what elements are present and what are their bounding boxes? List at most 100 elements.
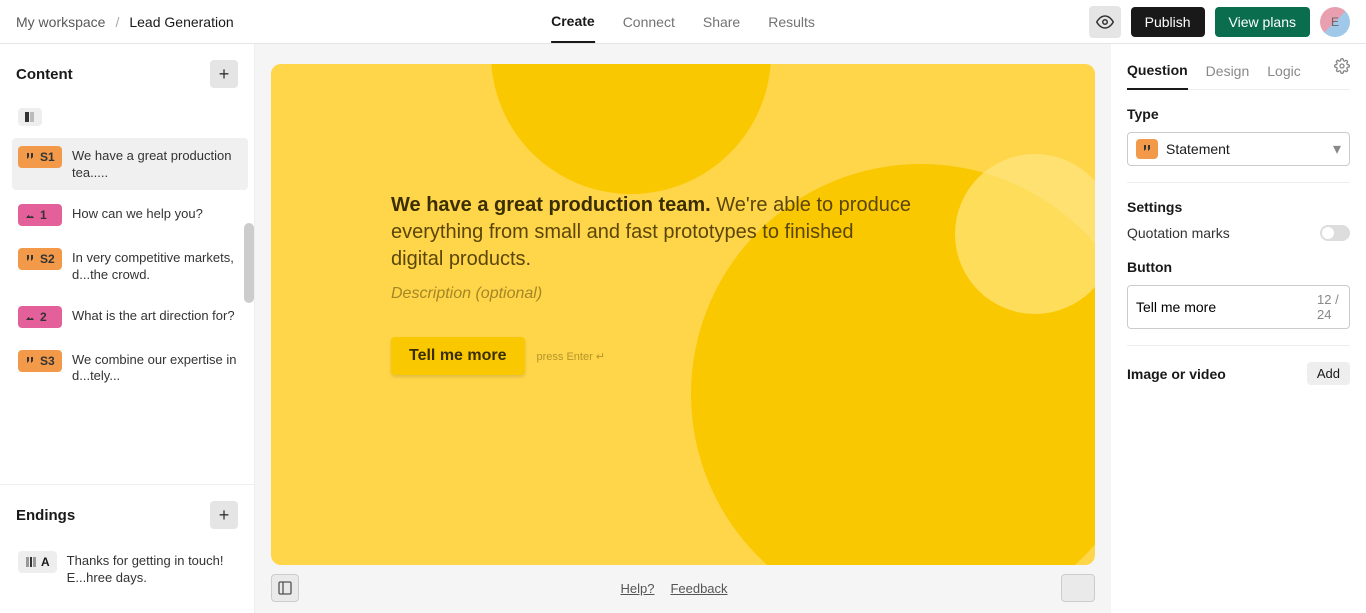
center-canvas-area: We have a great production team. We're a… — [255, 44, 1111, 613]
breadcrumb: My workspace / Lead Generation — [16, 14, 234, 30]
badge-label: 2 — [40, 310, 47, 324]
form-canvas[interactable]: We have a great production team. We're a… — [271, 64, 1095, 565]
breadcrumb-sep: / — [115, 14, 119, 30]
top-right: Publish View plans E — [1089, 6, 1350, 38]
nav-results[interactable]: Results — [768, 0, 815, 43]
view-plans-button[interactable]: View plans — [1215, 7, 1310, 37]
quote-icon — [24, 151, 36, 163]
quote-icon — [24, 253, 36, 265]
add-content-button[interactable]: + — [210, 60, 238, 88]
statement-content: We have a great production team. We're a… — [391, 192, 911, 375]
welcome-screen-item[interactable] — [12, 102, 248, 132]
content-item-s1[interactable]: S1 We have a great production tea..... — [12, 138, 248, 190]
content-item-s2[interactable]: S2 In very competitive markets, d...the … — [12, 240, 248, 292]
top-nav: Create Connect Share Results — [551, 0, 815, 43]
layout-icon — [25, 556, 37, 568]
badge-1: 1 — [18, 204, 62, 226]
content-item-s3[interactable]: S3 We combine our expertise in d...tely.… — [12, 342, 248, 394]
item-text: In very competitive markets, d...the cro… — [72, 248, 242, 284]
badge-label: S3 — [40, 354, 55, 368]
statement-text[interactable]: We have a great production team. We're a… — [391, 192, 911, 273]
eye-icon — [1096, 13, 1114, 31]
type-section: Type Statement ▾ — [1127, 90, 1350, 183]
content-item-1[interactable]: 1 How can we help you? — [12, 196, 248, 234]
type-value: Statement — [1166, 141, 1325, 157]
quotation-label: Quotation marks — [1127, 225, 1230, 241]
ending-text: Thanks for getting in touch! E...hree da… — [67, 551, 236, 587]
image-video-label: Image or video — [1127, 366, 1226, 382]
avatar[interactable]: E — [1320, 7, 1350, 37]
quote-icon — [24, 355, 36, 367]
content-item-2[interactable]: 2 What is the art direction for? — [12, 298, 248, 336]
help-link[interactable]: Help? — [620, 581, 654, 596]
layout-icon — [24, 111, 36, 123]
type-badge — [1136, 139, 1158, 159]
content-list[interactable]: S1 We have a great production tea..... 1… — [0, 98, 254, 484]
ending-item-a[interactable]: A Thanks for getting in touch! E...hree … — [12, 543, 242, 595]
nav-create[interactable]: Create — [551, 0, 595, 43]
left-sidebar: Content + S1 We have a great production … — [0, 44, 255, 613]
badge-s3: S3 — [18, 350, 62, 372]
statement-bold: We have a great production team. — [391, 194, 711, 216]
badge-a: A — [18, 551, 57, 573]
collapse-right-button[interactable] — [1061, 574, 1095, 602]
badge-label: 1 — [40, 208, 47, 222]
main-grid: Content + S1 We have a great production … — [0, 44, 1366, 613]
badge-2: 2 — [18, 306, 62, 328]
settings-gear-button[interactable] — [1334, 58, 1350, 87]
badge-s2: S2 — [18, 248, 62, 270]
add-ending-button[interactable]: + — [210, 501, 238, 529]
add-media-button[interactable]: Add — [1307, 362, 1350, 385]
content-title: Content — [16, 66, 73, 83]
item-text: How can we help you? — [72, 204, 203, 223]
avatar-initial: E — [1331, 15, 1339, 29]
quotation-row: Quotation marks — [1127, 225, 1350, 241]
image-icon — [24, 311, 36, 323]
item-text: We have a great production tea..... — [72, 146, 242, 182]
badge-label: S2 — [40, 252, 55, 266]
image-video-row: Image or video Add — [1127, 346, 1350, 385]
item-text: What is the art direction for? — [72, 306, 235, 325]
button-text-input[interactable] — [1136, 299, 1317, 315]
right-tabs: Question Design Logic — [1127, 56, 1350, 90]
publish-button[interactable]: Publish — [1131, 7, 1205, 37]
collapse-left-button[interactable] — [271, 574, 299, 602]
endings-list: A Thanks for getting in touch! E...hree … — [0, 539, 254, 613]
badge-label: A — [41, 555, 50, 569]
top-bar: My workspace / Lead Generation Create Co… — [0, 0, 1366, 44]
button-section-label: Button — [1127, 259, 1350, 275]
tab-question[interactable]: Question — [1127, 56, 1188, 90]
breadcrumb-workspace[interactable]: My workspace — [16, 14, 105, 30]
badge-s1: S1 — [18, 146, 62, 168]
scrollbar-thumb[interactable] — [244, 223, 254, 303]
tell-me-more-button[interactable]: Tell me more — [391, 337, 525, 375]
quotation-toggle[interactable] — [1320, 225, 1350, 241]
type-label: Type — [1127, 106, 1350, 122]
footer-links: Help? Feedback — [620, 581, 727, 596]
content-header: Content + — [0, 44, 254, 98]
nav-connect[interactable]: Connect — [623, 0, 675, 43]
right-sidebar: Question Design Logic Type Statement ▾ S… — [1111, 44, 1366, 613]
chevron-down-icon: ▾ — [1333, 139, 1341, 159]
gear-icon — [1334, 58, 1350, 74]
breadcrumb-project[interactable]: Lead Generation — [129, 14, 233, 30]
statement-button-row: Tell me more press Enter ↵ — [391, 337, 605, 375]
enter-hint: press Enter ↵ — [537, 350, 606, 363]
canvas-footer: Help? Feedback — [271, 565, 1095, 603]
button-char-count: 12 / 24 — [1317, 292, 1341, 322]
feedback-link[interactable]: Feedback — [670, 581, 727, 596]
endings-header: Endings + — [0, 484, 254, 539]
welcome-badge — [18, 108, 42, 126]
panel-left-icon — [277, 580, 293, 596]
button-text-input-wrap: 12 / 24 — [1127, 285, 1350, 329]
type-select[interactable]: Statement ▾ — [1127, 132, 1350, 166]
image-icon — [24, 209, 36, 221]
tab-design[interactable]: Design — [1206, 57, 1250, 89]
settings-label: Settings — [1127, 199, 1350, 215]
description-placeholder[interactable]: Description (optional) — [391, 285, 911, 303]
preview-button[interactable] — [1089, 6, 1121, 38]
nav-share[interactable]: Share — [703, 0, 740, 43]
quote-icon — [1141, 143, 1153, 155]
badge-label: S1 — [40, 150, 55, 164]
tab-logic[interactable]: Logic — [1267, 57, 1300, 89]
